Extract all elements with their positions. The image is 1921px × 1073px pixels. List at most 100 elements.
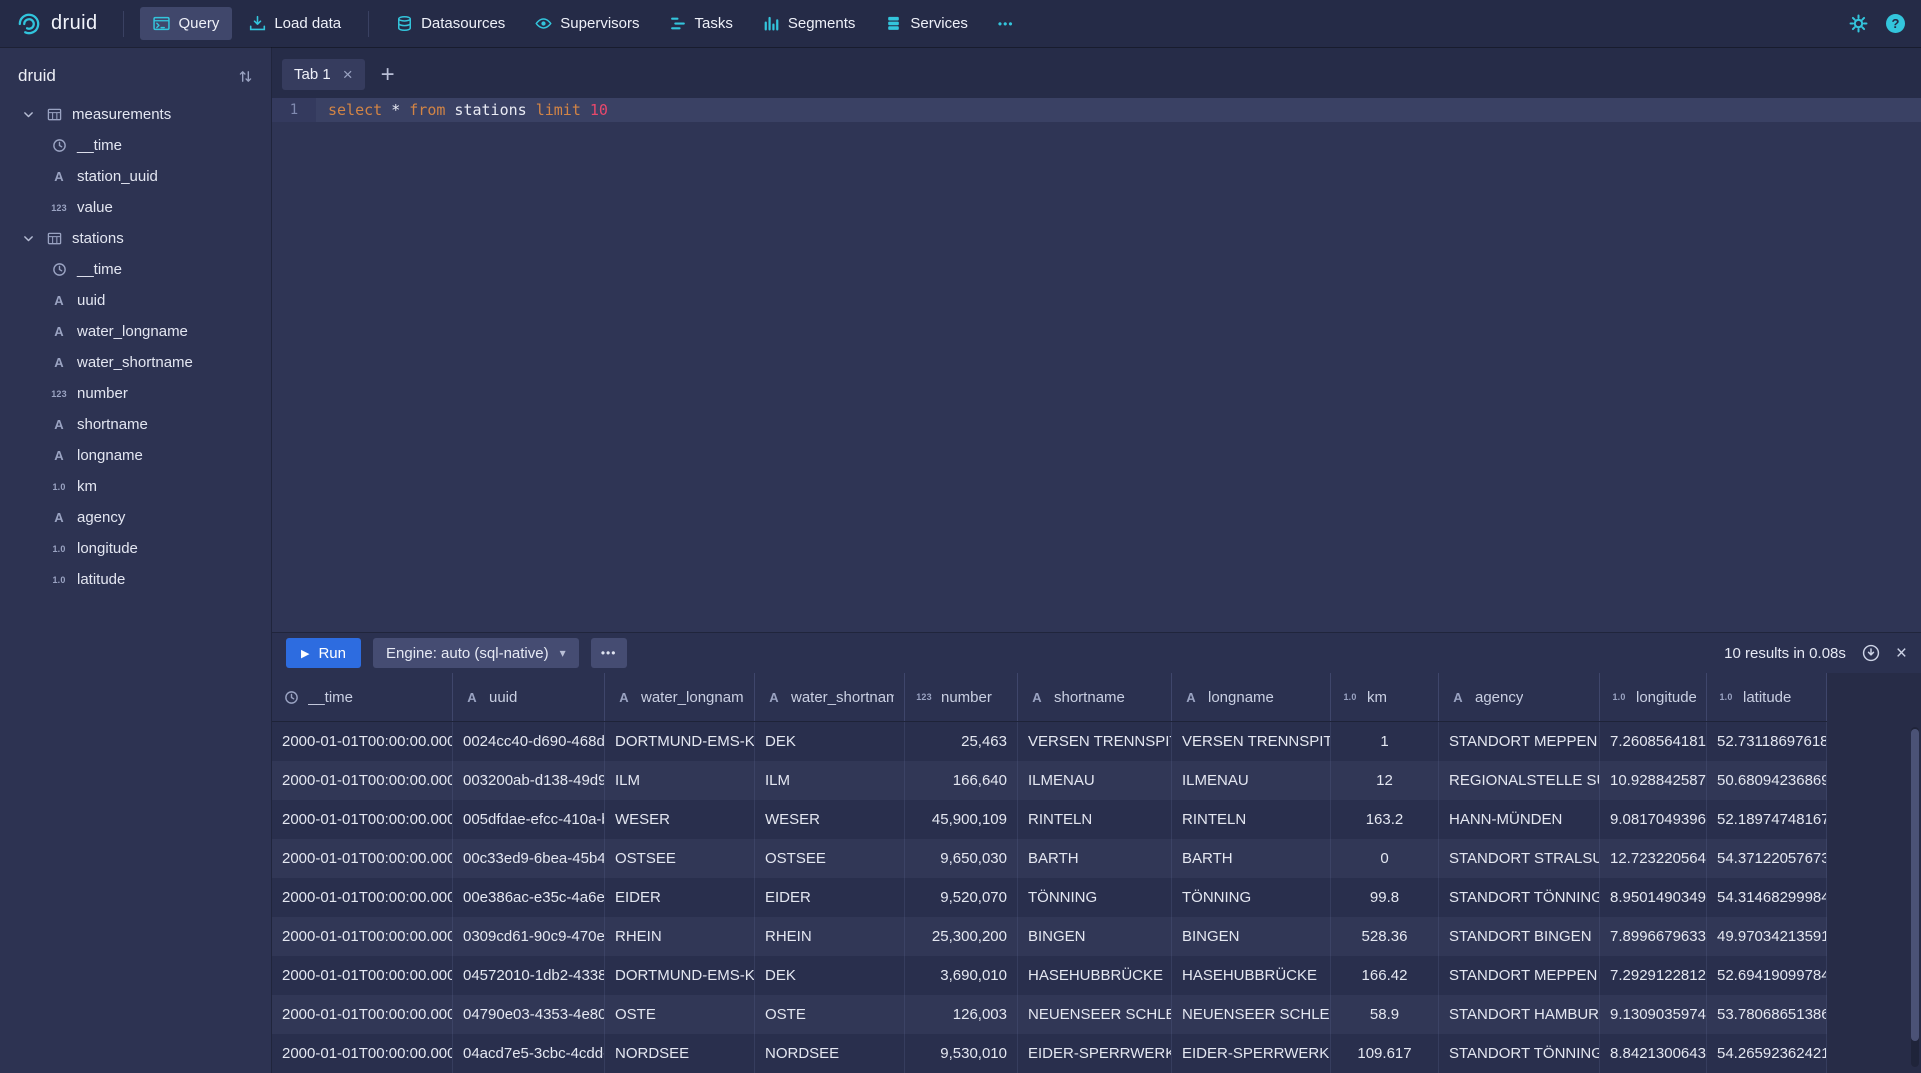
tree-field-shortname[interactable]: Ashortname xyxy=(0,409,271,440)
column-header-time[interactable]: __time xyxy=(272,673,453,721)
tree-node-measurements[interactable]: measurements xyxy=(0,99,271,130)
table-cell[interactable]: BINGEN xyxy=(1018,917,1172,956)
table-cell[interactable]: 3,690,010 xyxy=(905,956,1018,995)
table-cell[interactable]: RINTELN xyxy=(1018,800,1172,839)
nav-item-query[interactable]: Query xyxy=(140,7,232,40)
table-cell[interactable]: ILM xyxy=(755,761,905,800)
table-cell[interactable]: ILMENAU xyxy=(1018,761,1172,800)
table-cell[interactable]: RINTELN xyxy=(1172,800,1331,839)
table-cell[interactable]: EIDER-SPERRWERK AP xyxy=(1018,1034,1172,1073)
add-tab-button[interactable]: + xyxy=(381,63,395,87)
table-cell[interactable]: EIDER-SPERRWERK AP xyxy=(1172,1034,1331,1073)
table-cell[interactable]: NORDSEE xyxy=(605,1034,755,1073)
column-header-km[interactable]: 1.0km xyxy=(1331,673,1439,721)
nav-item-datasources[interactable]: Datasources xyxy=(383,7,518,40)
table-cell[interactable]: 12.723220564867 xyxy=(1600,839,1707,878)
table-cell[interactable]: 2000-01-01T00:00:00.000Z xyxy=(272,1034,453,1073)
table-cell[interactable]: 52.694190997842 xyxy=(1707,956,1827,995)
table-cell[interactable]: 0309cd61-90c9-470e- xyxy=(453,917,605,956)
table-cell[interactable]: OSTE xyxy=(755,995,905,1034)
table-cell[interactable]: STANDORT TÖNNING xyxy=(1439,1034,1600,1073)
table-cell[interactable]: STANDORT HAMBURG xyxy=(1439,995,1600,1034)
table-cell[interactable]: 0 xyxy=(1331,839,1439,878)
table-cell[interactable]: 25,300,200 xyxy=(905,917,1018,956)
help-icon[interactable]: ? xyxy=(1886,14,1905,33)
table-cell[interactable]: HASEHUBBRÜCKE xyxy=(1018,956,1172,995)
table-cell[interactable]: BARTH xyxy=(1172,839,1331,878)
table-cell[interactable]: 49.970342135919 xyxy=(1707,917,1827,956)
table-cell[interactable]: WESER xyxy=(605,800,755,839)
table-cell[interactable]: DEK xyxy=(755,722,905,761)
table-cell[interactable]: 54.265923624216 xyxy=(1707,1034,1827,1073)
tree-field-time[interactable]: __time xyxy=(0,254,271,285)
table-cell[interactable]: 50.680942368697 xyxy=(1707,761,1827,800)
nav-item-tasks[interactable]: Tasks xyxy=(657,7,746,40)
tree-field-latitude[interactable]: 1.0latitude xyxy=(0,564,271,595)
tree-field-longitude[interactable]: 1.0longitude xyxy=(0,533,271,564)
table-cell[interactable]: VERSEN TRENNSPITZE xyxy=(1172,722,1331,761)
column-header-water-longname[interactable]: Awater_longname xyxy=(605,673,755,721)
table-cell[interactable]: 0024cc40-d690-468d- xyxy=(453,722,605,761)
table-cell[interactable]: 7.2608564181428 xyxy=(1600,722,1707,761)
results-scrollbar-thumb[interactable] xyxy=(1911,729,1919,1041)
table-cell[interactable]: 9,530,010 xyxy=(905,1034,1018,1073)
column-header-latitude[interactable]: 1.0latitude xyxy=(1707,673,1827,721)
tree-field-agency[interactable]: Aagency xyxy=(0,502,271,533)
table-cell[interactable]: 9,650,030 xyxy=(905,839,1018,878)
column-header-shortname[interactable]: Ashortname xyxy=(1018,673,1172,721)
column-header-number[interactable]: 123number xyxy=(905,673,1018,721)
table-cell[interactable]: RHEIN xyxy=(755,917,905,956)
table-cell[interactable]: OSTE xyxy=(605,995,755,1034)
table-cell[interactable]: 7.8996679633974 xyxy=(1600,917,1707,956)
table-cell[interactable]: EIDER xyxy=(605,878,755,917)
table-cell[interactable]: 58.9 xyxy=(1331,995,1439,1034)
nav-item-load-data[interactable]: Load data xyxy=(236,7,354,40)
table-cell[interactable]: 2000-01-01T00:00:00.000Z xyxy=(272,839,453,878)
table-cell[interactable]: 109.617 xyxy=(1331,1034,1439,1073)
table-cell[interactable]: 8.9501490349654 xyxy=(1600,878,1707,917)
table-cell[interactable]: 2000-01-01T00:00:00.000Z xyxy=(272,878,453,917)
table-cell[interactable]: 25,463 xyxy=(905,722,1018,761)
table-cell[interactable]: 45,900,109 xyxy=(905,800,1018,839)
table-cell[interactable]: 9.0817049396446 xyxy=(1600,800,1707,839)
nav-item-more[interactable]: ••• xyxy=(985,7,1027,40)
nav-item-segments[interactable]: Segments xyxy=(750,7,869,40)
table-cell[interactable]: 99.8 xyxy=(1331,878,1439,917)
download-icon[interactable] xyxy=(1862,644,1880,662)
table-cell[interactable]: 9,520,070 xyxy=(905,878,1018,917)
table-cell[interactable]: 00e386ac-e35c-4a6e- xyxy=(453,878,605,917)
table-cell[interactable]: VERSEN TRENNSPITZE xyxy=(1018,722,1172,761)
nav-item-supervisors[interactable]: Supervisors xyxy=(522,7,652,40)
table-cell[interactable]: 8.8421300643644 xyxy=(1600,1034,1707,1073)
table-cell[interactable]: 7.2929122812721 xyxy=(1600,956,1707,995)
table-cell[interactable]: 04acd7e5-3cbc-4cdd-b xyxy=(453,1034,605,1073)
table-cell[interactable]: BARTH xyxy=(1018,839,1172,878)
table-cell[interactable]: 126,003 xyxy=(905,995,1018,1034)
table-cell[interactable]: 04572010-1db2-4338- xyxy=(453,956,605,995)
query-more-button[interactable]: ••• xyxy=(591,638,627,668)
table-cell[interactable]: 166,640 xyxy=(905,761,1018,800)
table-cell[interactable]: TÖNNING xyxy=(1172,878,1331,917)
engine-select[interactable]: Engine: auto (sql-native) ▾ xyxy=(373,638,579,668)
table-cell[interactable]: NEUENSEER SCHLEUSE xyxy=(1172,995,1331,1034)
table-cell[interactable]: 53.780686513863 xyxy=(1707,995,1827,1034)
tree-field-value[interactable]: 123value xyxy=(0,192,271,223)
gear-icon[interactable] xyxy=(1849,14,1868,33)
table-cell[interactable]: 54.314682999845 xyxy=(1707,878,1827,917)
table-cell[interactable]: 166.42 xyxy=(1331,956,1439,995)
table-cell[interactable]: STANDORT MEPPEN xyxy=(1439,956,1600,995)
run-button[interactable]: ▶ Run xyxy=(286,638,361,668)
tree-field-uuid[interactable]: Auuid xyxy=(0,285,271,316)
table-cell[interactable]: 2000-01-01T00:00:00.000Z xyxy=(272,995,453,1034)
column-header-longitude[interactable]: 1.0longitude xyxy=(1600,673,1707,721)
table-cell[interactable]: 528.36 xyxy=(1331,917,1439,956)
table-cell[interactable]: 1 xyxy=(1331,722,1439,761)
table-cell[interactable]: STANDORT STRALSUND xyxy=(1439,839,1600,878)
sort-columns-icon[interactable] xyxy=(238,69,253,84)
table-cell[interactable]: STANDORT MEPPEN xyxy=(1439,722,1600,761)
table-cell[interactable]: 9.1309035974510 xyxy=(1600,995,1707,1034)
table-cell[interactable]: NORDSEE xyxy=(755,1034,905,1073)
table-cell[interactable]: DORTMUND-EMS-KANAL xyxy=(605,956,755,995)
column-header-longname[interactable]: Alongname xyxy=(1172,673,1331,721)
table-cell[interactable]: 2000-01-01T00:00:00.000Z xyxy=(272,761,453,800)
